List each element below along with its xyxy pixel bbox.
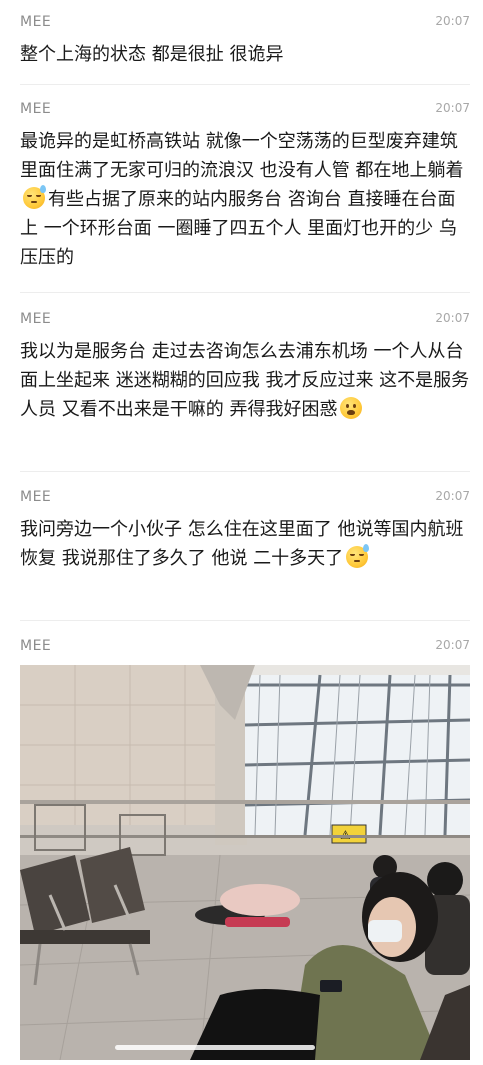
sleepy-sweat-emoji-icon xyxy=(23,185,46,209)
sleepy-sweat-emoji-icon xyxy=(346,544,370,568)
message-time: 20:07 xyxy=(435,311,470,325)
message-text: 最诡异的是虹桥高铁站 就像一个空荡荡的巨型废弃建筑 里面住满了无家可归的流浪汉 … xyxy=(20,127,470,272)
message-header: MEE 20:07 xyxy=(20,489,470,511)
sender-name: MEE xyxy=(20,489,52,505)
message-text: 我问旁边一个小伙子 怎么住在这里面了 他说等国内航班恢复 我说那住了多久了 他说… xyxy=(20,515,470,573)
sender-name: MEE xyxy=(20,311,52,327)
home-indicator xyxy=(115,1045,315,1050)
message-item[interactable]: MEE 20:07 整个上海的状态 都是很扯 很诡异 xyxy=(20,14,470,69)
message-time: 20:07 xyxy=(435,101,470,115)
message-text-part: 我问旁边一个小伙子 怎么住在这里面了 他说等国内航班恢复 我说那住了多久了 他说… xyxy=(20,519,464,569)
person-head xyxy=(427,862,463,898)
message-item[interactable]: MEE 20:07 最诡异的是虹桥高铁站 就像一个空荡荡的巨型废弃建筑 里面住满… xyxy=(20,101,470,272)
message-text: 我以为是服务台 走过去咨询怎么去浦东机场 一个人从台面上坐起来 迷迷糊糊的回应我… xyxy=(20,337,470,424)
sender-name: MEE xyxy=(20,638,52,654)
message-item[interactable]: MEE 20:07 我问旁边一个小伙子 怎么住在这里面了 他说等国内航班恢复 我… xyxy=(20,489,470,573)
message-text: 整个上海的状态 都是很扯 很诡异 xyxy=(20,40,470,69)
message-header: MEE 20:07 xyxy=(20,638,470,660)
message-time: 20:07 xyxy=(435,14,470,28)
message-header: MEE 20:07 xyxy=(20,311,470,333)
railing xyxy=(20,800,470,804)
message-feed[interactable]: MEE 20:07 整个上海的状态 都是很扯 很诡异 MEE 20:07 最诡异… xyxy=(0,0,483,1065)
sender-name: MEE xyxy=(20,14,52,30)
message-time: 20:07 xyxy=(435,489,470,503)
photo-illustration: ⚠ xyxy=(20,665,470,1060)
message-text-part: 最诡异的是虹桥高铁站 就像一个空荡荡的巨型废弃建筑 里面住满了无家可归的流浪汉 … xyxy=(20,131,464,181)
message-item[interactable]: MEE 20:07 xyxy=(20,638,470,660)
message-divider xyxy=(20,292,470,293)
mat-on-floor xyxy=(225,917,290,927)
message-text-part: 我以为是服务台 走过去咨询怎么去浦东机场 一个人从台面上坐起来 迷迷糊糊的回应我… xyxy=(20,341,470,420)
blanket-on-floor xyxy=(220,884,300,916)
message-divider xyxy=(20,471,470,472)
message-divider xyxy=(20,84,470,85)
message-text-part: 整个上海的状态 都是很扯 很诡异 xyxy=(20,44,284,65)
airport-terminal-photo[interactable]: ⚠ xyxy=(20,665,470,1060)
message-header: MEE 20:07 xyxy=(20,14,470,36)
message-item[interactable]: MEE 20:07 我以为是服务台 走过去咨询怎么去浦东机场 一个人从台面上坐起… xyxy=(20,311,470,424)
sender-name: MEE xyxy=(20,101,52,117)
frowning-emoji-icon xyxy=(340,397,363,419)
message-divider xyxy=(20,620,470,621)
message-header: MEE 20:07 xyxy=(20,101,470,123)
message-time: 20:07 xyxy=(435,638,470,652)
railing-lower xyxy=(20,835,470,838)
message-text-part: 有些占据了原来的站内服务台 咨询台 直接睡在台面上 一个环形台面 一圈睡了四五个… xyxy=(20,189,457,268)
